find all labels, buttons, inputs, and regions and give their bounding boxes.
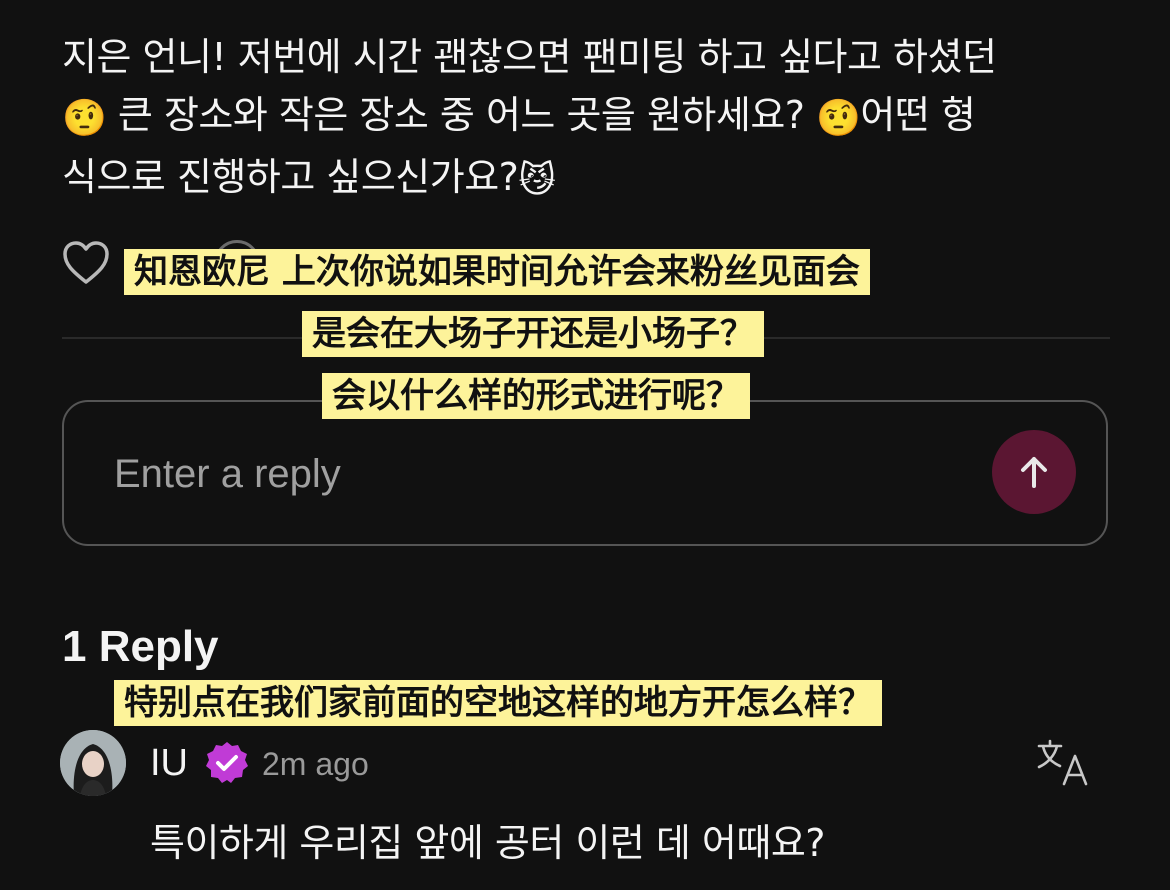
reply-input[interactable] xyxy=(112,402,976,546)
post-line-2-text-b: 어떤 형 xyxy=(860,93,976,137)
reply-time: 2m ago xyxy=(262,746,369,782)
reply-username[interactable]: IU xyxy=(150,742,188,785)
translate-icon xyxy=(1037,739,1088,786)
post-text: 지은 언니! 저번에 시간 괜찮으면 팬미팅 하고 싶다고 하셨던 🤨 큰 장소… xyxy=(62,28,1122,210)
raised-eyebrow-emoji: 🤨 xyxy=(816,98,861,139)
heart-icon xyxy=(63,241,109,284)
post-line-2: 🤨 큰 장소와 작은 장소 중 어느 곳을 원하세요? 🤨어떤 형 xyxy=(62,86,1122,148)
raised-eyebrow-emoji: 🤨 xyxy=(62,98,107,139)
post-line-3-text: 식으로 진행하고 싶으신가요? xyxy=(62,155,519,199)
subtitle-1: 知恩欧尼 上次你说如果时间允许会来粉丝见面会 xyxy=(124,249,870,295)
avatar[interactable] xyxy=(60,730,126,796)
reply-count: 1 Reply xyxy=(62,622,219,671)
reply-text: 특이하게 우리집 앞에 공터 이런 데 어때요? xyxy=(150,821,825,865)
post-line-2-text: 큰 장소와 작은 장소 중 어느 곳을 원하세요? xyxy=(106,93,817,137)
smirk-cat-emoji: 😼 xyxy=(518,160,556,201)
translate-button[interactable] xyxy=(1036,738,1090,788)
subtitle-3: 会以什么样的形式进行呢？ xyxy=(322,373,750,419)
post-line-1-text: 지은 언니! 저번에 시간 괜찮으면 팬미팅 하고 싶다고 하셨던 xyxy=(62,35,997,79)
reply-composer xyxy=(62,400,1108,546)
arrow-up-icon xyxy=(1021,457,1047,488)
subtitle-4: 特别点在我们家前面的空地这样的地方开怎么样？ xyxy=(114,680,882,726)
send-button[interactable] xyxy=(992,430,1076,514)
post-line-1: 지은 언니! 저번에 시간 괜찮으면 팬미팅 하고 싶다고 하셨던 xyxy=(62,28,1122,86)
subtitle-2: 是会在大场子开还是小场子？ xyxy=(302,311,764,357)
avatar-image xyxy=(60,730,126,796)
verified-badge-icon xyxy=(206,742,248,783)
like-button[interactable] xyxy=(62,240,110,286)
post-line-3: 식으로 진행하고 싶으신가요?😼 xyxy=(62,148,1122,210)
